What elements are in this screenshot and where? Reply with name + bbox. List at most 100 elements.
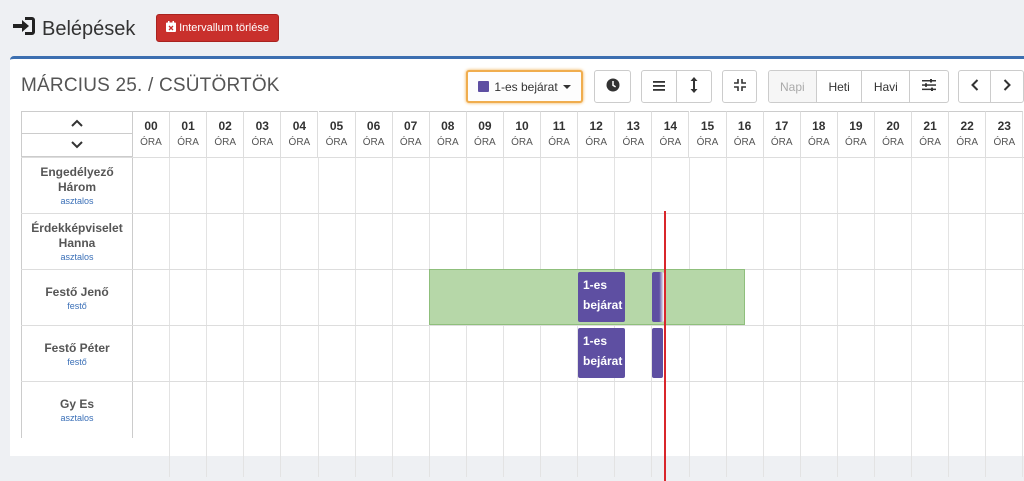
hour-number: 16: [737, 119, 752, 133]
view-day-button[interactable]: Napi: [769, 71, 817, 102]
hour-column-header: 10 ÓRA: [504, 111, 541, 157]
clock-button[interactable]: [594, 70, 631, 103]
view-range-group: Napi Heti Havi: [768, 70, 949, 103]
hour-number: 22: [960, 119, 974, 133]
clock-icon: [606, 78, 620, 95]
clear-interval-button[interactable]: Intervallum törlése: [156, 14, 279, 42]
hour-column-header: 06 ÓRA: [355, 111, 393, 157]
hour-unit: ÓRA: [362, 137, 385, 148]
entrance-select[interactable]: 1-es bejárat: [466, 70, 583, 103]
person-label: Festő Péter festő: [21, 326, 133, 382]
hour-column-header: 11 ÓRA: [541, 111, 579, 157]
hour-number: 15: [700, 119, 715, 133]
hour-column-header: 02 ÓRA: [207, 111, 245, 157]
hour-unit: ÓRA: [733, 137, 756, 148]
person-row: Érdekképviselet Hanna asztalos: [21, 213, 1024, 270]
hour-number: 07: [404, 119, 418, 133]
view-week-button[interactable]: Heti: [817, 71, 863, 102]
person-label: Érdekképviselet Hanna asztalos: [21, 214, 133, 270]
hour-unit: ÓRA: [325, 137, 348, 148]
hour-number: 20: [886, 119, 900, 133]
hour-unit: ÓRA: [956, 137, 979, 148]
hour-number: 12: [589, 119, 603, 133]
hour-number: 05: [329, 119, 344, 133]
scroll-up-button[interactable]: [22, 112, 132, 134]
person-role: asztalos: [60, 252, 94, 262]
list-view-button[interactable]: [642, 71, 677, 102]
scroll-down-button[interactable]: [22, 134, 132, 156]
person-label: Festő Jenő festő: [21, 270, 133, 326]
entry-event-marker[interactable]: [652, 272, 664, 322]
hour-unit: ÓRA: [436, 137, 459, 148]
hour-unit: ÓRA: [882, 137, 904, 148]
chevron-right-icon: [1003, 79, 1011, 94]
arrows-vertical-icon: [690, 77, 698, 96]
hour-column-header: 17 ÓRA: [763, 111, 801, 157]
entry-event-marker[interactable]: [652, 328, 663, 378]
hour-unit: ÓRA: [140, 137, 162, 148]
person-name: Gy Es: [59, 396, 95, 411]
compress-button[interactable]: [722, 70, 757, 103]
entry-event-label: 1-es bejárat: [583, 334, 623, 368]
hour-column-header: 19 ÓRA: [837, 111, 875, 157]
hour-unit: ÓRA: [474, 137, 496, 148]
hour-unit: ÓRA: [622, 137, 645, 148]
hour-column-header: 12 ÓRA: [578, 111, 616, 157]
hour-number: 10: [515, 119, 529, 133]
hour-column-header: 00 ÓRA: [133, 111, 170, 157]
settings-button[interactable]: [910, 71, 948, 102]
hour-number: 03: [255, 119, 269, 133]
person-row: Festő Péter festő: [21, 325, 1024, 382]
layout-button-group: [641, 70, 712, 103]
date-title: MÁRCIUS 25. / CSÜTÖRTÖK: [21, 75, 280, 96]
hour-unit: ÓRA: [214, 137, 237, 148]
hour-unit: ÓRA: [251, 137, 274, 148]
person-name: Festő Péter: [44, 340, 110, 355]
hour-unit: ÓRA: [399, 137, 422, 148]
hour-number: 23: [997, 119, 1011, 133]
hour-unit: ÓRA: [177, 137, 199, 148]
expand-rows-button[interactable]: [677, 71, 712, 102]
sliders-icon: [922, 79, 937, 94]
hour-number: 14: [663, 119, 678, 133]
hour-unit: ÓRA: [659, 137, 682, 148]
hour-column-header: 22 ÓRA: [949, 111, 987, 157]
hour-number: 21: [923, 119, 937, 133]
person-role: asztalos: [60, 196, 94, 206]
hour-number: 00: [144, 119, 158, 133]
hour-column-header: 13 ÓRA: [615, 111, 653, 157]
hour-column-header: 08 ÓRA: [429, 111, 467, 157]
compress-icon: [733, 79, 746, 94]
hour-number: 19: [849, 119, 863, 133]
hour-unit: ÓRA: [696, 137, 719, 148]
hour-unit: ÓRA: [548, 137, 570, 148]
view-month-button[interactable]: Havi: [862, 71, 911, 102]
page-title-text: Belépések: [42, 17, 136, 40]
caret-down-icon: [562, 84, 571, 89]
hour-column-header: 23 ÓRA: [986, 111, 1024, 157]
hour-unit: ÓRA: [585, 137, 608, 148]
entry-event[interactable]: 1-es bejárat: [578, 328, 625, 378]
entry-event[interactable]: 1-es bejárat: [578, 272, 625, 322]
person-role: festő: [67, 356, 87, 367]
hour-number: 02: [218, 119, 232, 133]
person-name: Festő Jenő: [45, 284, 109, 299]
hour-number: 13: [626, 119, 640, 133]
person-row: Gy Es asztalos: [21, 381, 1024, 438]
hour-number: 06: [366, 119, 381, 133]
timeline-panel: MÁRCIUS 25. / CSÜTÖRTÖK 1-es bejárat Nap…: [10, 56, 1024, 481]
entrance-select-label: 1-es bejárat: [494, 79, 558, 94]
next-button[interactable]: [991, 71, 1023, 102]
hour-column-header: 09 ÓRA: [466, 111, 504, 157]
hour-number: 17: [775, 119, 789, 133]
sign-in-icon: [12, 16, 42, 42]
entrance-color-swatch: [478, 81, 490, 92]
hour-column-header: 04 ÓRA: [281, 111, 319, 157]
person-name: Érdekképviselet Hanna: [31, 221, 123, 250]
hour-column-header: 18 ÓRA: [800, 111, 838, 157]
clear-interval-label: Intervallum törlése: [179, 22, 269, 34]
person-row: Engedélyező Három asztalos: [21, 157, 1024, 214]
previous-button[interactable]: [959, 71, 992, 102]
hour-unit: ÓRA: [770, 137, 793, 148]
hour-number: 04: [292, 119, 307, 133]
